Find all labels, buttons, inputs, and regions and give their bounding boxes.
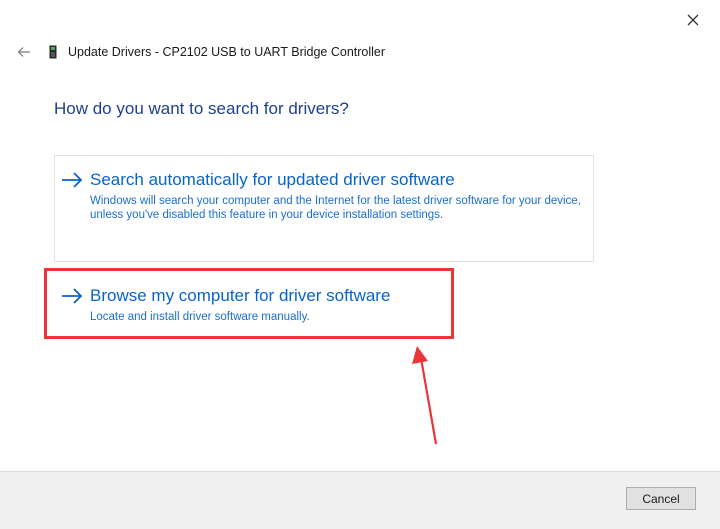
dialog-footer: Cancel bbox=[0, 471, 720, 529]
usb-device-icon bbox=[48, 44, 58, 60]
update-drivers-dialog: Update Drivers - CP2102 USB to UART Brid… bbox=[0, 0, 720, 529]
search-automatically-option[interactable]: Search automatically for updated driver … bbox=[54, 155, 594, 262]
window-title: Update Drivers - CP2102 USB to UART Brid… bbox=[68, 45, 386, 59]
back-arrow-icon bbox=[17, 47, 30, 57]
page-heading: How do you want to search for drivers? bbox=[54, 99, 349, 118]
back-button[interactable] bbox=[14, 42, 34, 62]
browse-computer-option[interactable]: Browse my computer for driver software L… bbox=[54, 271, 594, 336]
option-title: Search automatically for updated driver … bbox=[90, 170, 455, 189]
close-icon bbox=[687, 14, 699, 26]
right-arrow-icon bbox=[62, 288, 83, 304]
close-button[interactable] bbox=[681, 8, 705, 32]
annotation-arrow bbox=[412, 346, 438, 445]
option-title: Browse my computer for driver software bbox=[90, 286, 391, 305]
right-arrow-icon bbox=[62, 172, 83, 188]
option-description: Windows will search your computer and th… bbox=[90, 195, 581, 221]
title-bar: Update Drivers - CP2102 USB to UART Brid… bbox=[14, 42, 385, 62]
option-description: Locate and install driver software manua… bbox=[90, 311, 310, 323]
cancel-button[interactable]: Cancel bbox=[626, 487, 696, 510]
